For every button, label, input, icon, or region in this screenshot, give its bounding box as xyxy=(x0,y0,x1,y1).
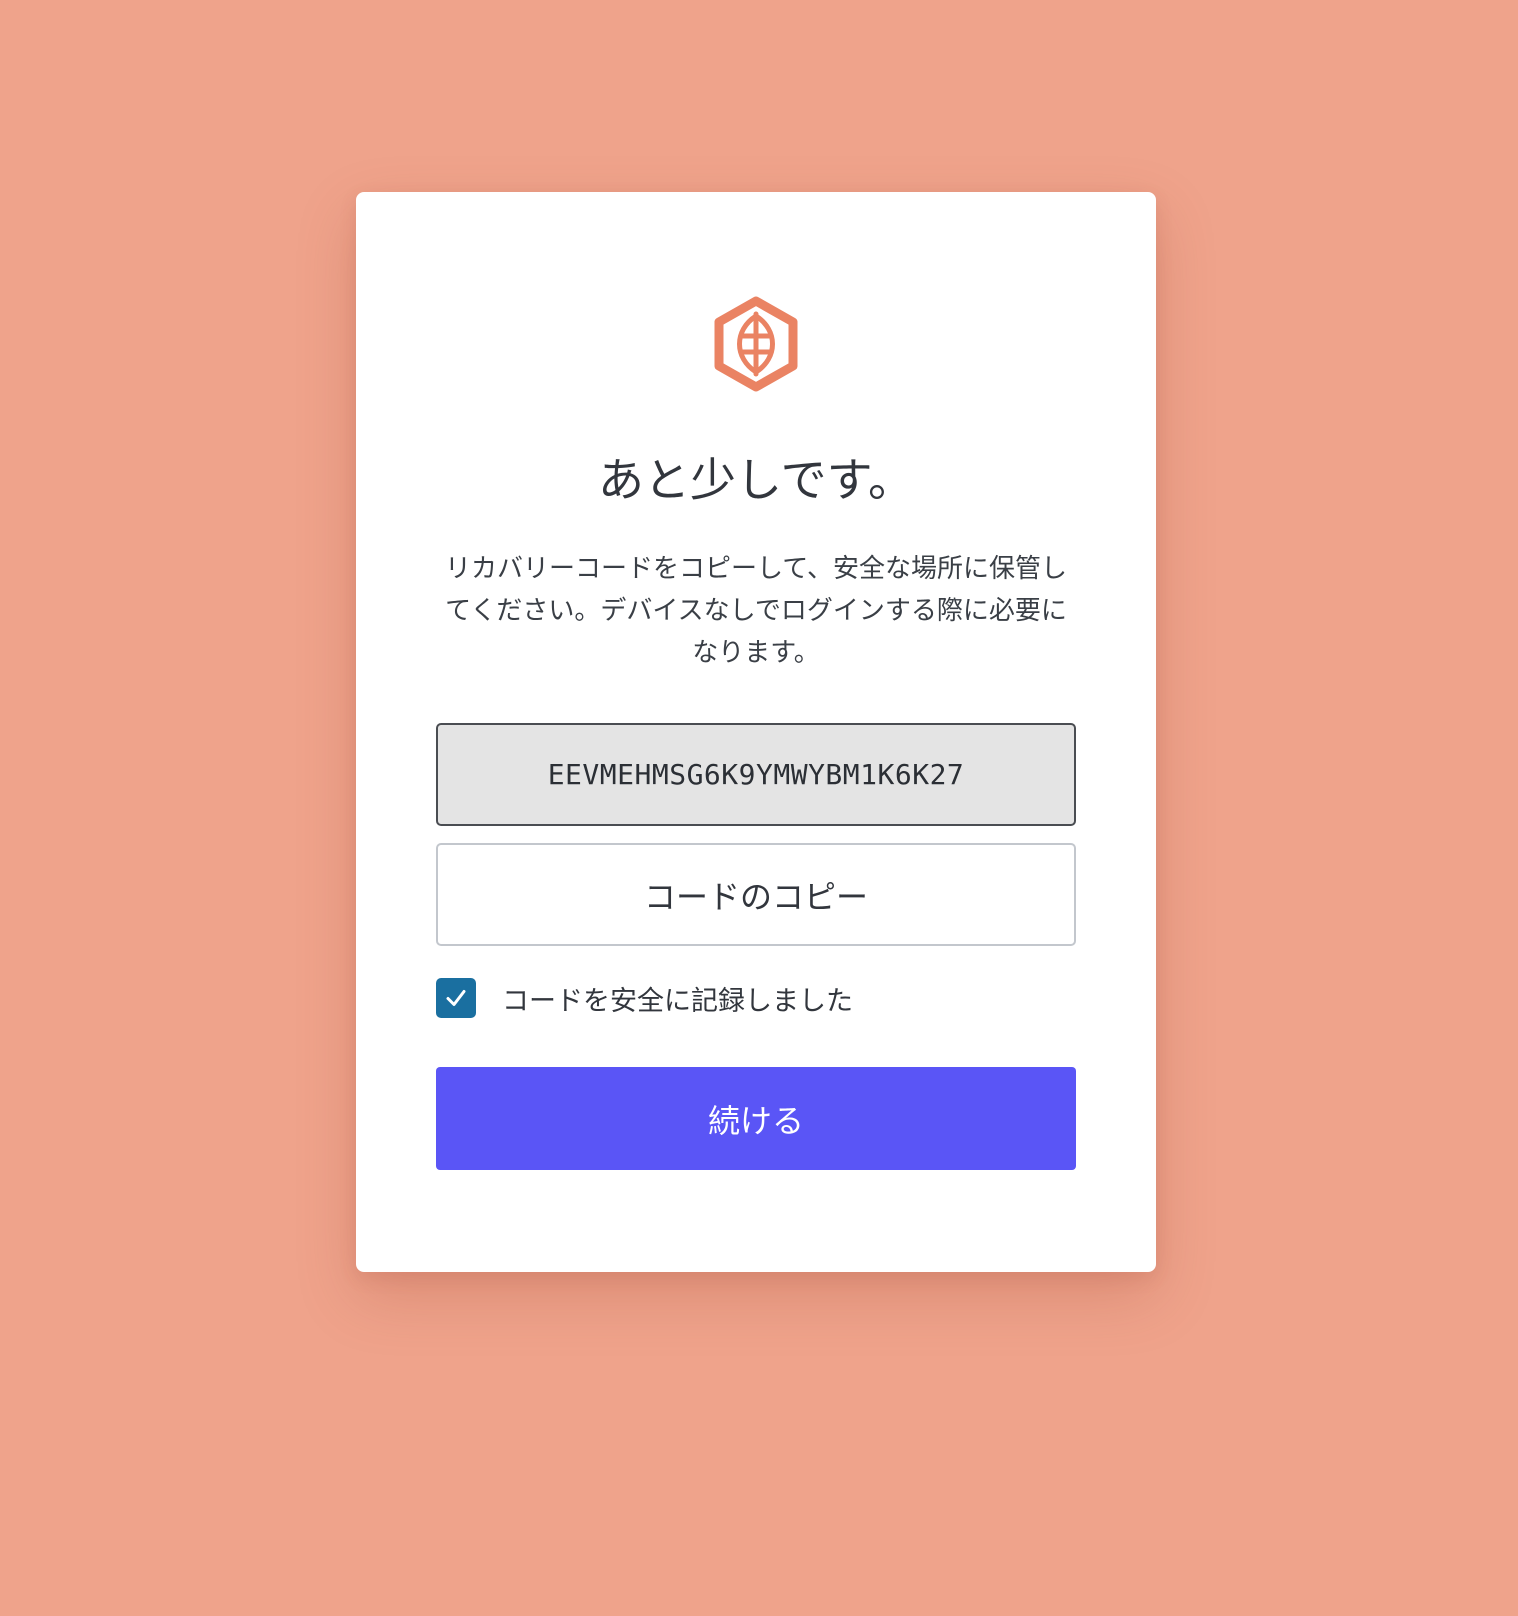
continue-button[interactable]: 続ける xyxy=(436,1067,1076,1170)
confirm-saved-label: コードを安全に記録しました xyxy=(502,985,853,1017)
recovery-code-field[interactable]: EEVMEHMSG6K9YMWYBM1K6K27 xyxy=(436,723,1076,826)
checkmark-icon xyxy=(446,990,466,1006)
recovery-code-card: あと少しです。 リカバリーコードをコピーして、安全な場所に保管してください。デバ… xyxy=(356,192,1156,1272)
copy-code-button[interactable]: コードのコピー xyxy=(436,843,1076,946)
confirm-saved-checkbox[interactable] xyxy=(436,978,476,1018)
page-title: あと少しです。 xyxy=(597,453,915,507)
confirm-saved-row[interactable]: コードを安全に記録しました xyxy=(436,978,1076,1018)
instruction-text: リカバリーコードをコピーして、安全な場所に保管してください。デバイスなしでログイ… xyxy=(445,554,1067,668)
hexagon-logo-icon xyxy=(712,296,800,392)
